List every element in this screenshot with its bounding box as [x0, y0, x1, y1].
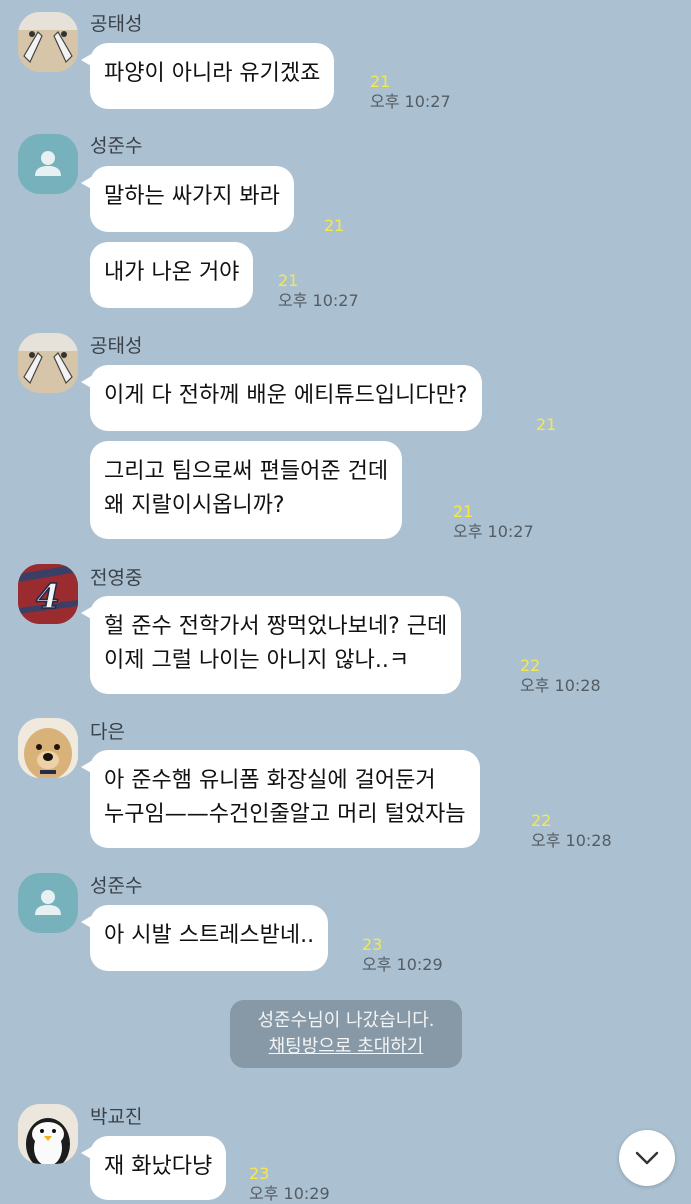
sender-name: 전영중 [90, 567, 143, 589]
message-meta: 21 오후 10:27 [453, 502, 534, 542]
message-bubble[interactable]: 헐 준수 전학가서 짱먹었나보네? 근데 이제 그럴 나이는 아니지 않나..ㅋ [80, 596, 462, 694]
message-bubble[interactable]: 내가 나온 거야 [90, 242, 254, 308]
message-meta: 23 오후 10:29 [249, 1164, 330, 1204]
message-meta: 21 오후 10:27 [370, 72, 451, 112]
jersey-image: 4 [18, 564, 78, 624]
avatar-daeun[interactable] [18, 718, 78, 778]
avatar-seongjunsu[interactable] [18, 134, 78, 194]
system-notice: 성준수님이 나갔습니다. 채팅방으로 초대하기 [230, 1000, 462, 1068]
sender-name: 공태성 [90, 13, 143, 35]
message-time: 오후 10:27 [278, 291, 359, 310]
avatar-gongtaesung[interactable] [18, 333, 78, 393]
message-line: 헐 준수 전학가서 짱먹었나보네? 근데 [104, 614, 448, 639]
message-line: 아 준수햄 유니폼 화장실에 걸어둔거 [104, 768, 436, 793]
message-line: 이제 그럴 나이는 아니지 않나..ㅋ [104, 648, 410, 673]
svg-text:4: 4 [36, 577, 60, 617]
message-bubble[interactable]: 그리고 팀으로써 편들어준 건데 왜 지랄이시옵니까? [90, 441, 403, 539]
message-time: 오후 10:28 [520, 676, 601, 695]
invite-to-chat-link[interactable]: 채팅방으로 초대하기 [269, 1036, 424, 1057]
scroll-to-bottom-button[interactable] [619, 1130, 675, 1186]
slippers-image [18, 333, 78, 393]
slippers-image [18, 12, 78, 72]
message-line: 그리고 팀으로써 편들어준 건데 [104, 459, 389, 484]
unread-count: 22 [531, 811, 552, 830]
message-time: 오후 10:27 [370, 92, 451, 111]
avatar-seongjunsu[interactable] [18, 873, 78, 933]
message-bubble[interactable]: 재 화났다냥 [80, 1136, 227, 1200]
message-time: 오후 10:27 [453, 522, 534, 541]
unread-count: 22 [520, 656, 541, 675]
person-icon [35, 890, 61, 915]
message-time: 오후 10:29 [362, 955, 443, 974]
dog-image [18, 718, 78, 778]
unread-count: 21 [324, 216, 345, 235]
unread-count: 21 [370, 72, 391, 91]
system-notice-text: 성준수님이 나갔습니다. [257, 1010, 435, 1031]
sender-name: 박교진 [90, 1106, 143, 1128]
message-meta: 21 [324, 216, 344, 236]
message-bubble[interactable]: 이게 다 전하께 배운 에티튜드입니다만? [81, 365, 482, 431]
message-bubble[interactable]: 말하는 싸가지 봐라 [81, 166, 294, 232]
message-line: 왜 지랄이시옵니까? [104, 493, 285, 518]
message-bubble[interactable]: 아 준수햄 유니폼 화장실에 걸어둔거 누구임——수건인줄알고 머리 털었자늠 [81, 750, 480, 848]
avatar-jeonyoungjung[interactable]: 4 [18, 564, 78, 624]
sender-name: 성준수 [90, 875, 143, 897]
message-time: 오후 10:28 [531, 831, 612, 850]
person-icon [35, 151, 61, 176]
unread-count: 23 [249, 1164, 270, 1183]
sender-name: 공태성 [90, 335, 143, 357]
chevron-down-icon [635, 1151, 659, 1165]
unread-count: 21 [536, 415, 557, 434]
penguin-image [18, 1104, 78, 1164]
message-bubble[interactable]: 아 시발 스트레스받네.. [80, 905, 329, 971]
sender-name: 성준수 [90, 135, 143, 157]
message-meta: 21 오후 10:27 [278, 271, 359, 311]
message-meta: 22 오후 10:28 [520, 656, 601, 696]
sender-name: 다은 [90, 721, 125, 743]
unread-count: 21 [453, 502, 474, 521]
unread-count: 23 [362, 935, 383, 954]
unread-count: 21 [278, 271, 299, 290]
message-meta: 23 오후 10:29 [362, 935, 443, 975]
message-line: 누구임——수건인줄알고 머리 털었자늠 [104, 802, 466, 827]
message-meta: 22 오후 10:28 [531, 811, 612, 851]
avatar-gongtaesung[interactable] [18, 12, 78, 72]
avatar-parkgyojin[interactable] [18, 1104, 78, 1164]
message-bubble[interactable]: 파양이 아니라 유기겠죠 [80, 43, 335, 109]
message-time: 오후 10:29 [249, 1184, 330, 1203]
message-meta: 21 [536, 415, 556, 435]
